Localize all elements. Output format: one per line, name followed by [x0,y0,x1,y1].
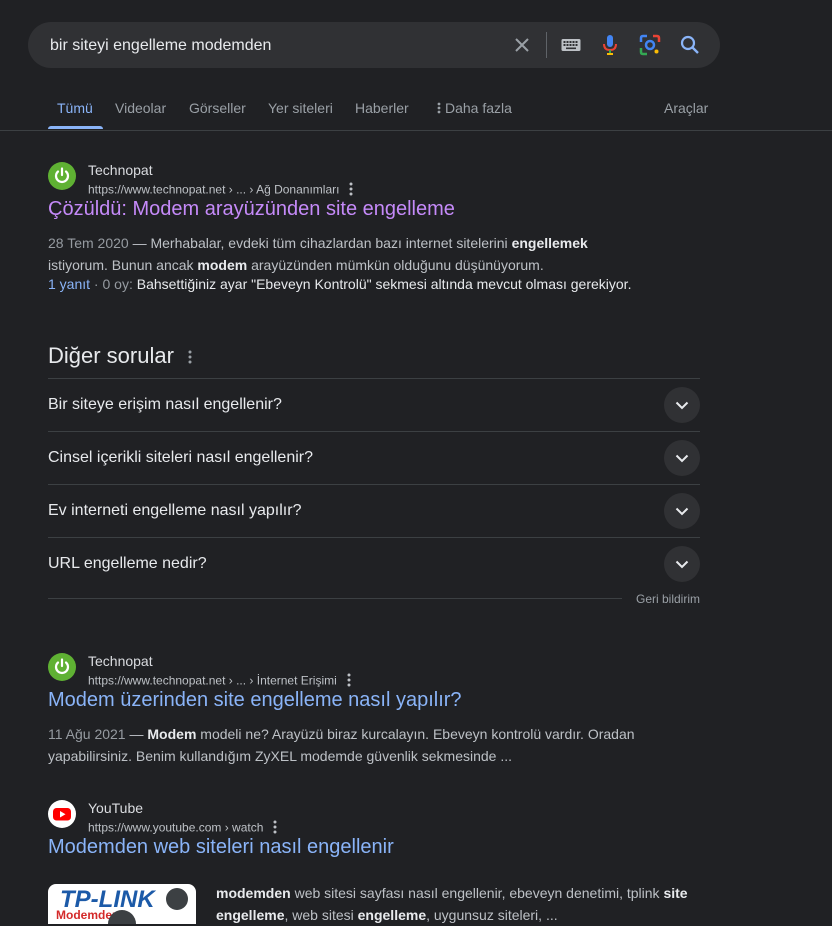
snippet-text: Merhabalar, evdeki tüm cihazlardan bazı … [150,235,512,251]
active-tab-indicator [48,126,103,129]
kebab-icon[interactable] [188,341,192,373]
paa-question[interactable]: URL engelleme nedir? [48,537,700,590]
power-icon [54,167,70,183]
tab-images[interactable]: Görseller [189,100,246,116]
result-snippet: 28 Tem 2020 — Merhabalar, evdeki tüm cih… [48,235,588,273]
snippet-bold: modem [197,257,248,273]
result-date: 28 Tem 2020 [48,235,129,251]
paa-question-text: URL engelleme nedir? [48,555,207,572]
clear-icon[interactable] [510,33,534,57]
paa-title: Diğer sorular [48,343,174,368]
paa-question[interactable]: Ev interneti engelleme nasıl yapılır? [48,484,700,537]
paa-question[interactable]: Bir siteye erişim nasıl engellenir? [48,378,700,431]
play-icon [166,888,188,910]
paa-question-text: Ev interneti engelleme nasıl yapılır? [48,502,302,519]
chevron-down-icon[interactable] [664,440,700,476]
more-dots-icon [437,100,441,116]
snippet-bold: Modem [147,726,197,742]
result-url[interactable]: https://www.technopat.net › ... › İntern… [88,673,351,690]
search-divider [546,32,547,58]
kebab-icon[interactable] [349,182,353,199]
result-url-text: https://www.technopat.net › ... › Ağ Don… [88,182,340,197]
technopat-favicon [48,653,76,681]
keyboard-icon[interactable] [559,33,583,57]
chevron-down-icon[interactable] [664,546,700,582]
tab-more[interactable]: Daha fazla [437,100,512,116]
result-snippet: modemden web sitesi sayfası nasıl engell… [216,882,706,926]
result-title-link[interactable]: Modemden web siteleri nasıl engellenir [48,836,394,859]
snippet-text: arayüzünden mümkün olduğunu düşünüyorum. [247,257,544,273]
result-forum-answer: 1 yanıt · 0 oy: Bahsettiğiniz ayar "Ebev… [48,276,632,292]
search-icon[interactable] [678,33,702,57]
lens-icon[interactable] [638,33,662,57]
result-site-name: Technopat [88,162,153,178]
result-title-link[interactable]: Modem üzerinden site engelleme nasıl yap… [48,689,462,712]
result-title-link[interactable]: Çözüldü: Modem arayüzünden site engellem… [48,198,455,221]
paa-header: Diğer sorular [48,340,700,378]
snippet-bold: engelleme [357,907,427,923]
tab-videos[interactable]: Videolar [115,100,166,116]
top-answer: Bahsettiğiniz ayar "Ebeveyn Kontrolü" se… [136,276,632,292]
snippet-text: modeli ne? Arayüzü biraz kurcalayın. Ebe… [48,726,635,764]
tab-news[interactable]: Haberler [355,100,409,116]
replies-link[interactable]: 1 yanıt [48,276,90,292]
result-date: 11 Ağu 2021 [48,726,126,742]
snippet-bold: engellemek [511,235,588,251]
youtube-play-icon [53,808,71,821]
youtube-favicon [48,800,76,828]
snippet-text: web sitesi sayfası nasıl engellenir, ebe… [290,885,664,901]
result-site-name: Technopat [88,653,153,669]
result-url[interactable]: https://www.youtube.com › watch [88,820,277,837]
snippet-text: , web sitesi [284,907,358,923]
result-url-text: https://www.technopat.net › ... › İntern… [88,673,337,688]
search-result: Technopat https://www.technopat.net › ..… [48,162,708,302]
paa-question[interactable]: Cinsel içerikli siteleri nasıl engelleni… [48,431,700,484]
tools-button[interactable]: Araçlar [664,100,708,116]
search-tabs: Tümü Videolar Görseller Yer siteleri Hab… [0,88,832,131]
kebab-icon[interactable] [273,820,277,837]
search-result: Technopat https://www.technopat.net › ..… [48,653,708,773]
search-input[interactable] [48,22,492,70]
power-icon [54,658,70,674]
snippet-text: istiyorum. Bunun ancak [48,257,198,273]
tab-all[interactable]: Tümü [57,100,93,116]
search-result: YouTube https://www.youtube.com › watch … [48,800,708,924]
result-site-name: YouTube [88,800,144,816]
feedback-link[interactable]: Geri bildirim [636,592,700,606]
snippet-bold: modemden [216,885,291,901]
result-url-text: https://www.youtube.com › watch [88,820,264,835]
microphone-icon[interactable] [598,33,622,57]
kebab-icon[interactable] [347,673,351,690]
result-url[interactable]: https://www.technopat.net › ... › Ağ Don… [88,182,353,199]
chevron-down-icon[interactable] [664,387,700,423]
divider [48,598,622,599]
paa-question-text: Cinsel içerikli siteleri nasıl engelleni… [48,449,313,466]
paa-footer: Geri bildirim [48,590,700,610]
people-also-ask: Diğer sorular Bir siteye erişim nasıl en… [48,340,700,610]
technopat-favicon [48,162,76,190]
votes-count: 0 oy: [102,276,133,292]
tab-websites[interactable]: Yer siteleri [268,100,333,116]
video-thumbnail[interactable]: TP-LINK Modemden [48,884,196,924]
chevron-down-icon[interactable] [664,493,700,529]
paa-question-text: Bir siteye erişim nasıl engellenir? [48,396,282,413]
snippet-text: , uygunsuz siteleri, ... [426,907,558,923]
search-bar [28,22,720,70]
result-snippet: 11 Ağu 2021 — Modem modeli ne? Arayüzü b… [48,726,635,764]
tab-more-label: Daha fazla [445,100,512,116]
